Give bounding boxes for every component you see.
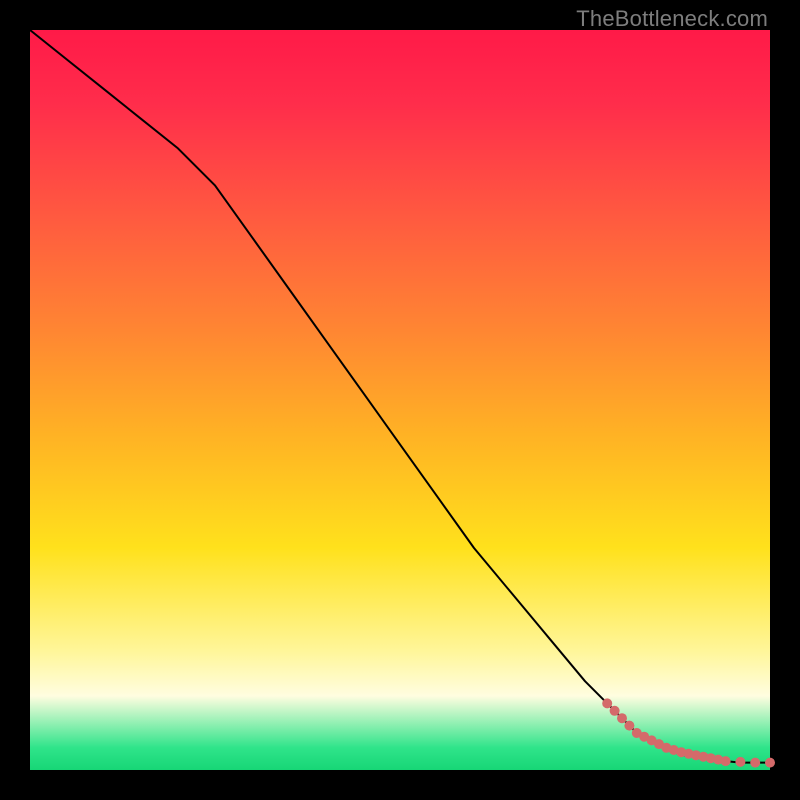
data-points [602, 698, 775, 767]
data-point [610, 706, 620, 716]
data-point [602, 698, 612, 708]
watermark-text: TheBottleneck.com [576, 6, 768, 32]
data-point [750, 758, 760, 768]
chart-frame: TheBottleneck.com [0, 0, 800, 800]
chart-svg [30, 30, 770, 770]
data-point [735, 757, 745, 767]
data-point [624, 721, 634, 731]
curve-line [30, 30, 770, 763]
data-point [765, 758, 775, 768]
data-point [617, 713, 627, 723]
data-point [721, 756, 731, 766]
plot-area [30, 30, 770, 770]
